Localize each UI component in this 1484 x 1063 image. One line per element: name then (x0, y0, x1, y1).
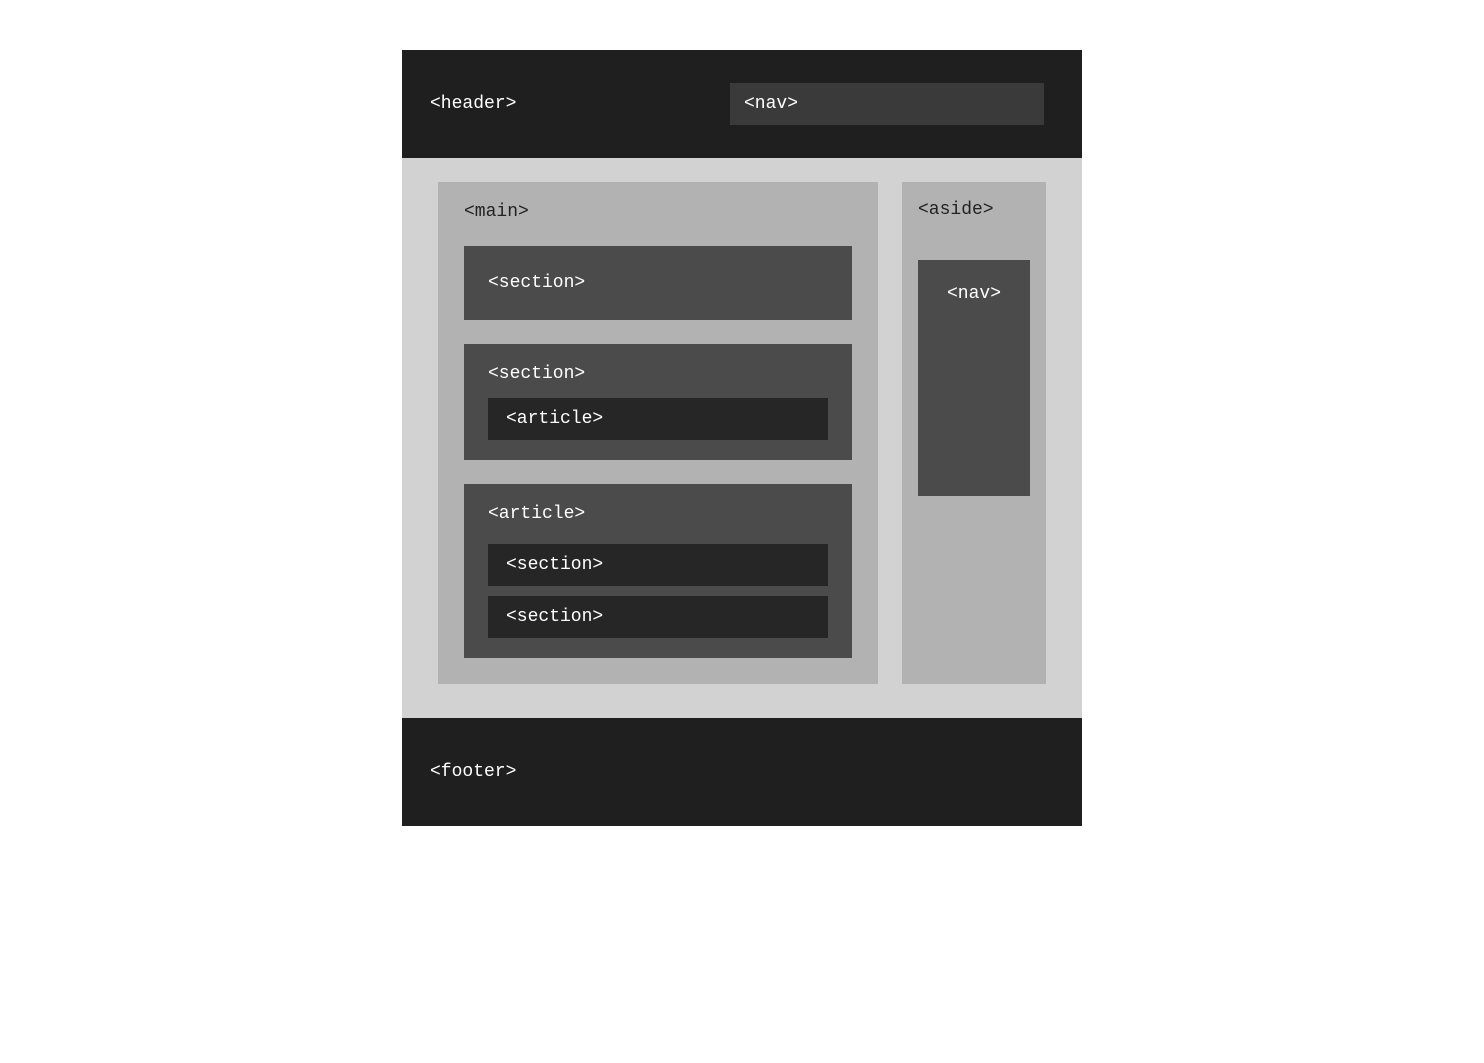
aside-nav-label: <nav> (947, 284, 1001, 304)
header-nav-region: <nav> (730, 83, 1044, 125)
main-region: <main> <section> <section> <article> <ar… (438, 182, 878, 684)
footer-region: <footer> (402, 718, 1082, 826)
aside-nav-region: <nav> (918, 260, 1030, 496)
article-block-3-section-2: <section> (488, 596, 828, 638)
article-block-3: <article> <section> <section> (464, 484, 852, 658)
content-region: <main> <section> <section> <article> <ar… (402, 158, 1082, 718)
main-label: <main> (464, 202, 852, 222)
section-block-2: <section> <article> (464, 344, 852, 460)
section-block-1: <section> (464, 246, 852, 320)
article-block-3-section-1: <section> (488, 544, 828, 586)
article-block-3-section-1-label: <section> (506, 555, 603, 575)
header-nav-label: <nav> (744, 94, 798, 114)
article-block-3-label: <article> (488, 504, 585, 524)
header-region: <header> <nav> (402, 50, 1082, 158)
aside-label: <aside> (918, 200, 1030, 220)
section-block-2-article-label: <article> (506, 409, 603, 429)
aside-region: <aside> <nav> (902, 182, 1046, 684)
section-block-1-label: <section> (488, 273, 585, 293)
section-block-2-article: <article> (488, 398, 828, 440)
html-layout-diagram: <header> <nav> <main> <section> <section… (402, 50, 1082, 826)
section-block-2-label: <section> (488, 364, 585, 384)
header-label: <header> (430, 94, 710, 114)
article-block-3-section-2-label: <section> (506, 607, 603, 627)
footer-label: <footer> (430, 762, 516, 782)
